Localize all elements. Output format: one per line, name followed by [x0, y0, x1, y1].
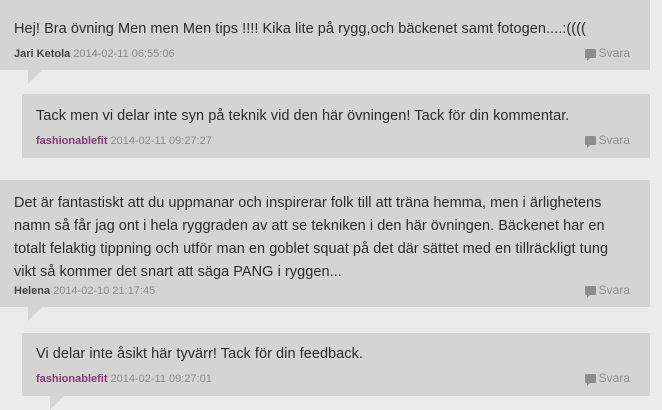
reply-label: Svara: [598, 283, 630, 297]
comment-reply-2: Vi delar inte åsikt här tyvärr! Tack för…: [22, 333, 650, 410]
comment-2: Det är fantastiskt att du uppmanar och i…: [0, 180, 650, 321]
comment-1: Hej! Bra övning Men men Men tips !!!! Ki…: [0, 0, 650, 84]
comment-meta: Jari Ketola 2014-02-11 06:55:06: [14, 48, 175, 60]
comment-author[interactable]: fashionablefit: [36, 135, 108, 147]
comment-author[interactable]: Jari Ketola: [14, 48, 70, 60]
speech-bubble-icon: [584, 136, 596, 148]
comment-meta: Helena 2014-02-10 21:17:45: [14, 285, 155, 297]
reply-button[interactable]: Svara: [584, 283, 630, 298]
reply-label: Svara: [598, 371, 630, 385]
speech-bubble-icon: [584, 286, 596, 298]
comment-text: Tack men vi delar inte syn på teknik vid…: [36, 108, 570, 124]
comment-reply-1: Tack men vi delar inte syn på teknik vid…: [22, 94, 650, 158]
speech-bubble-icon: [584, 374, 596, 386]
comment-text: Vi delar inte åsikt här tyvärr! Tack för…: [36, 346, 363, 362]
speech-bubble-icon: [584, 49, 596, 61]
reply-button[interactable]: Svara: [584, 46, 630, 61]
comment-tail: [28, 70, 42, 84]
comment-author[interactable]: Helena: [14, 285, 50, 297]
comment-date: 2014-02-11 09:27:27: [110, 135, 212, 147]
comment-date: 2014-02-10 21:17:45: [53, 285, 156, 297]
comment-tail: [28, 307, 42, 321]
comment-meta: fashionablefit 2014-02-11 09:27:01: [36, 373, 212, 385]
reply-label: Svara: [598, 46, 630, 60]
comment-text: Det är fantastiskt att du uppmanar och i…: [14, 195, 609, 280]
comment-date: 2014-02-11 09:27:01: [110, 373, 212, 385]
comment-text: Hej! Bra övning Men men Men tips !!!! Ki…: [14, 21, 586, 37]
comment-meta: fashionablefit 2014-02-11 09:27:27: [36, 135, 212, 147]
comment-date: 2014-02-11 06:55:06: [73, 48, 175, 60]
comment-tail: [50, 396, 64, 410]
reply-label: Svara: [598, 133, 630, 147]
reply-button[interactable]: Svara: [584, 133, 630, 148]
reply-button[interactable]: Svara: [584, 371, 630, 386]
comment-author[interactable]: fashionablefit: [36, 373, 108, 385]
